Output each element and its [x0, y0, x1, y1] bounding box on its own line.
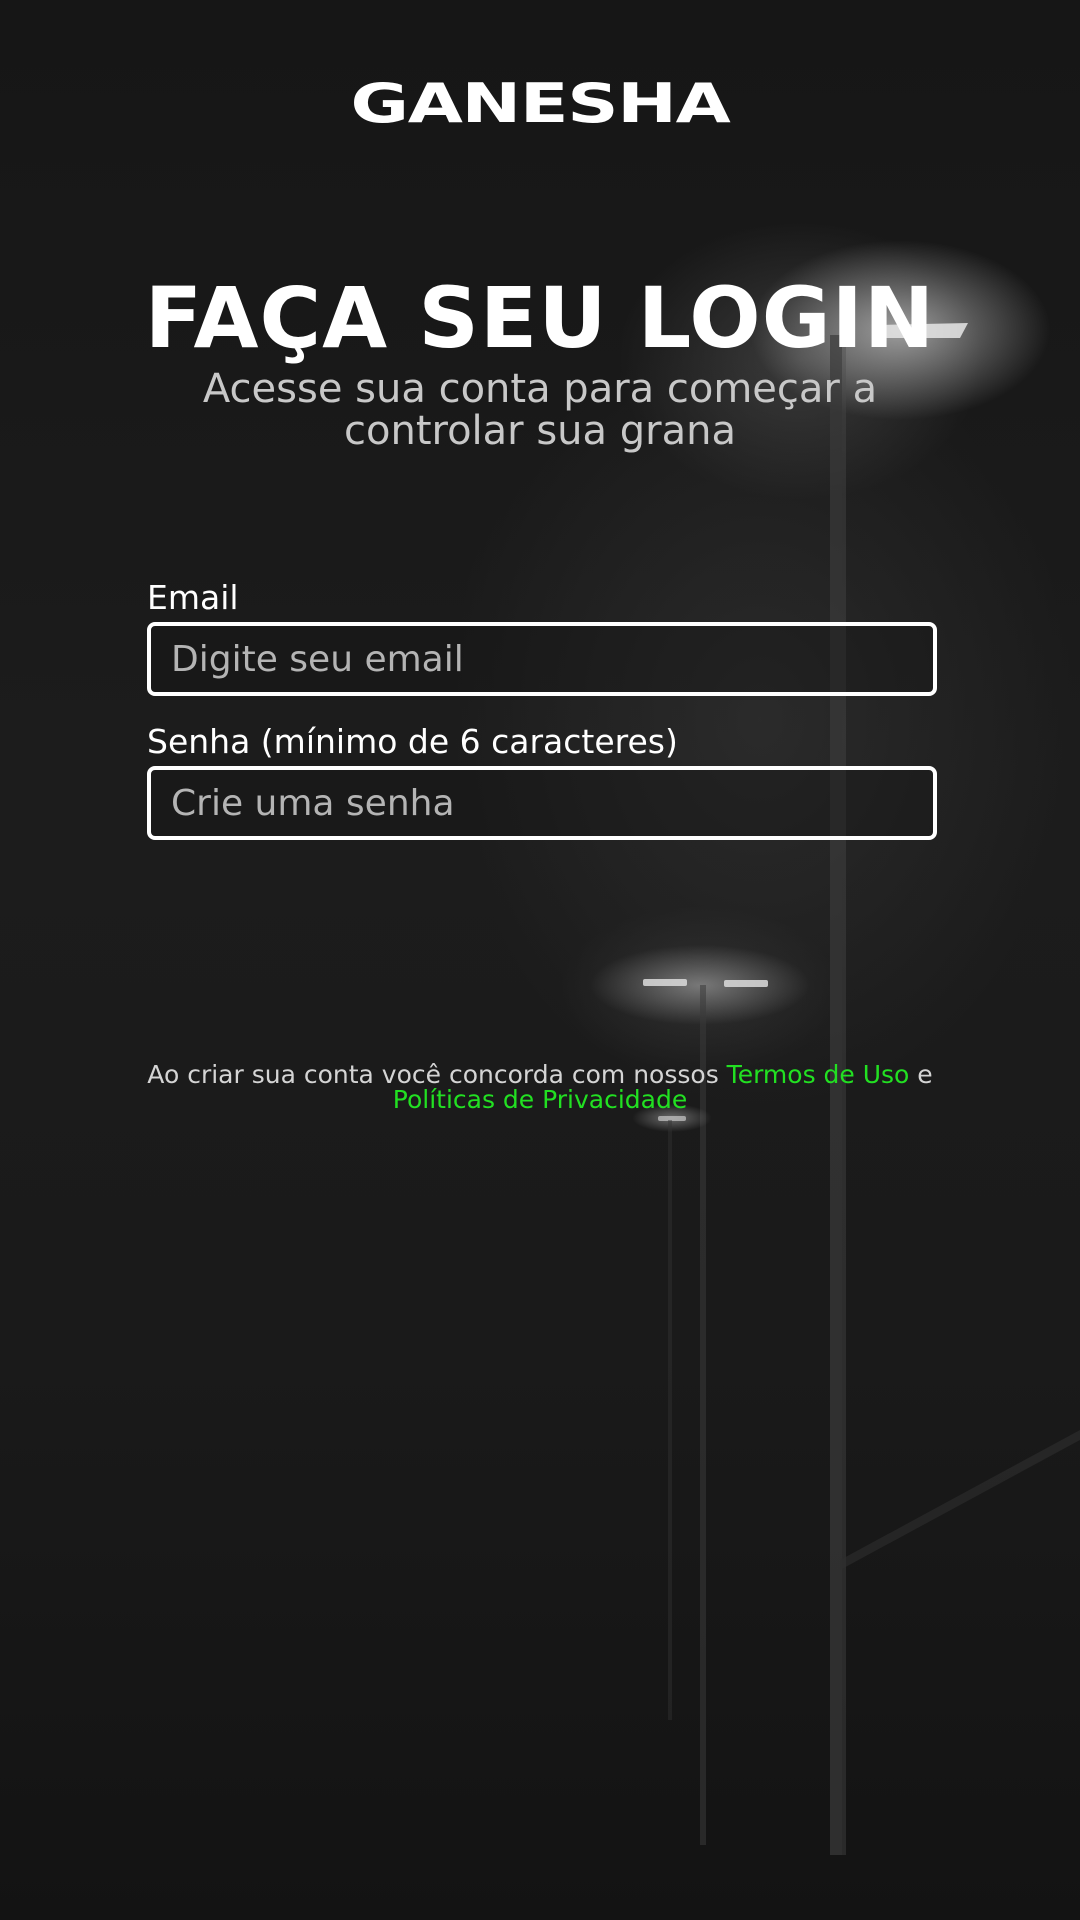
email-label: Email [147, 578, 239, 617]
terms-connector-text: e [909, 1060, 933, 1089]
password-label: Senha (mínimo de 6 caracteres) [147, 722, 678, 761]
login-screen: GANESHA FAÇA SEU LOGIN Acesse sua conta … [0, 0, 1080, 1920]
terms-notice: Ao criar sua conta você concorda com nos… [140, 1062, 940, 1112]
password-input[interactable] [147, 766, 937, 840]
page-title: FAÇA SEU LOGIN [144, 269, 936, 367]
app-logo: GANESHA [350, 72, 731, 135]
email-input[interactable] [147, 622, 937, 696]
terms-of-use-link[interactable]: Termos de Uso [727, 1060, 910, 1089]
privacy-policy-link[interactable]: Políticas de Privacidade [393, 1085, 687, 1114]
page-subtitle: Acesse sua conta para começar a controla… [202, 366, 878, 454]
